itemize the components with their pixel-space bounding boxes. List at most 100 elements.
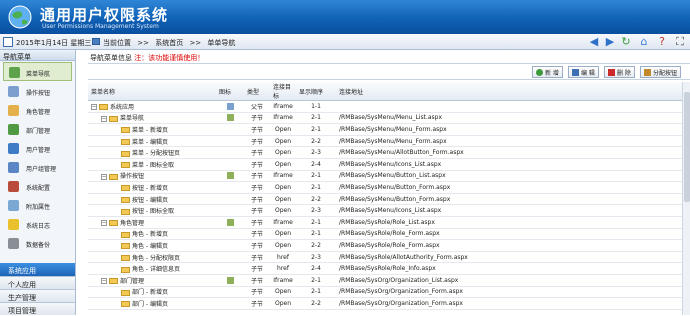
column-header[interactable]: 类型 (244, 82, 270, 101)
breadcrumb: 当前位置 >> 系统首页 >> 单单导航 (103, 38, 239, 48)
help-icon[interactable]: ? (656, 36, 668, 48)
collapse-toggle-icon[interactable]: − (101, 173, 107, 180)
table-row[interactable]: 按钮 - 编辑页 子节 Open 2-2/RMBase/SysMenu/Button_… (88, 193, 682, 206)
row-icon (226, 172, 234, 180)
sidebar-item[interactable]: 用户管理 (0, 139, 75, 158)
url-cell: /RMBase/SysMenu/Button_Form.aspx (336, 193, 682, 206)
section-projects[interactable]: 项目管理 (0, 302, 75, 315)
assign-button-button[interactable]: 分配按钮 (640, 66, 682, 78)
folder-icon (121, 197, 130, 204)
type-cell: 子节 (244, 251, 270, 264)
delete-button[interactable]: 删 除 (604, 66, 635, 78)
table-row[interactable]: 部门 - 新增页 子节 Open 2-1/RMBase/SysOrg/Organiza… (88, 286, 682, 299)
sidebar-item[interactable]: 附加属性 (0, 196, 75, 215)
fullscreen-icon[interactable]: ⛶ (674, 36, 686, 48)
user-icon (8, 143, 19, 154)
sidebar-item[interactable]: 系统日志 (0, 215, 75, 234)
collapse-toggle-icon[interactable]: − (91, 104, 97, 111)
url-cell: /RMBase/SysRole/AllotAuthority_Form.aspx (336, 251, 682, 264)
refresh-icon[interactable]: ↻ (620, 36, 632, 48)
sidebar-item-label: 操作按钮 (26, 90, 51, 97)
edit-button[interactable]: 编 辑 (568, 66, 599, 78)
forward-arrow-icon[interactable]: ▶ (604, 36, 616, 48)
collapse-toggle-icon[interactable]: − (101, 220, 107, 227)
table-row[interactable]: − 操作按钮 子节 Iframe 2-1/RMBase/SysMenu/Button_L… (88, 170, 682, 183)
section-production[interactable]: 生产管理 (0, 289, 75, 302)
section-system-apps[interactable]: 系统应用 (0, 263, 75, 276)
icon-cell (216, 274, 244, 287)
order-cell: 2-1 (296, 181, 336, 194)
table-row[interactable]: 部门 - 编辑页 子节 Open 2-2/RMBase/SysOrg/Organiza… (88, 297, 682, 310)
sidebar-item[interactable]: 角色管理 (0, 101, 75, 120)
order-cell: 2-1 (296, 286, 336, 299)
target-cell: href (270, 262, 296, 275)
home-icon[interactable]: ⌂ (638, 36, 650, 48)
type-cell: 子节 (244, 170, 270, 183)
column-header[interactable]: 显示顺序 (296, 82, 336, 101)
sidebar-item-label: 用户管理 (26, 147, 51, 154)
add-label: 新 增 (545, 69, 559, 77)
attribute-icon (8, 200, 19, 211)
sidebar-item-label: 角色管理 (26, 109, 51, 116)
target-cell: Open (270, 228, 296, 241)
table-row[interactable]: − 系统应用 父节 Iframe 1-1 (88, 100, 682, 113)
table-row[interactable]: − 菜单导航 子节 Iframe 2-1/RMBase/SysMenu/Menu_Lis… (88, 112, 682, 125)
sidebar-item[interactable]: 菜单导航 (3, 62, 72, 81)
sidebar-item-label: 系统配置 (26, 185, 51, 192)
sidebar-item[interactable]: 系统配置 (0, 177, 75, 196)
edit-label: 编 辑 (581, 69, 595, 77)
icon-cell (216, 181, 244, 194)
column-header[interactable]: 菜单名称 (88, 82, 216, 101)
target-cell: Iframe (270, 100, 296, 113)
target-cell: Open (270, 239, 296, 252)
delete-icon (608, 68, 615, 76)
app-header: 通用用户权限系统 User Permissions Management Sys… (0, 0, 690, 34)
collapse-toggle-icon[interactable]: − (101, 115, 107, 122)
grid-scrollbar[interactable] (682, 82, 690, 315)
table-row[interactable]: 角色 - 编辑页 子节 Open 2-2/RMBase/SysRole/Role_Fo… (88, 239, 682, 252)
folder-icon (99, 104, 108, 111)
table-row[interactable]: − 角色管理 子节 Iframe 2-1/RMBase/SysRole/Role_Lis… (88, 216, 682, 229)
section-personal-apps[interactable]: 个人应用 (0, 276, 75, 289)
column-header[interactable]: 连接地址 (336, 82, 682, 101)
table-row[interactable]: 菜单 - 编辑页 子节 Open 2-2/RMBase/SysMenu/Menu_Fo… (88, 135, 682, 148)
table-row[interactable]: 菜单 - 分配按钮页 子节 Open 2-3/RMBase/SysMenu/Allot… (88, 146, 682, 159)
menu-name-cell: 角色 - 详细信息页 (88, 262, 216, 275)
sidebar-item[interactable]: 部门管理 (0, 120, 75, 139)
sidebar-item[interactable]: 操作按钮 (0, 82, 75, 101)
menu-name: 角色 - 编辑页 (132, 242, 168, 250)
url-cell: /RMBase/SysMenu/Button_List.aspx (336, 170, 682, 183)
sidebar-item[interactable]: 用户组管理 (0, 158, 75, 177)
table-row[interactable]: − 部门管理 子节 Iframe 2-1/RMBase/SysOrg/Organizat… (88, 274, 682, 287)
table-row[interactable]: 按钮 - 新增页 子节 Open 2-1/RMBase/SysMenu/Button_… (88, 181, 682, 194)
breadcrumb-sep: >> (137, 39, 149, 47)
type-cell: 子节 (244, 228, 270, 241)
menu-name: 角色 - 详细信息页 (132, 266, 180, 274)
back-arrow-icon[interactable]: ◀ (588, 36, 600, 48)
table-row[interactable]: 菜单 - 图标全取 子节 Open 2-4/RMBase/SysMenu/Icons_… (88, 158, 682, 171)
table-row[interactable]: 角色 - 新增页 子节 Open 2-1/RMBase/SysRole/Role_Fo… (88, 228, 682, 241)
menu-name-cell: − 部门管理 (88, 274, 216, 287)
menu-name-cell: 按钮 - 图标全取 (88, 204, 216, 217)
url-cell (336, 100, 682, 113)
folder-icon (121, 266, 130, 273)
table-row[interactable]: 角色 - 详细信息页 子节 href 2-4/RMBase/SysRole/Role_… (88, 262, 682, 275)
sidebar-item[interactable]: 数据备份 (0, 234, 75, 253)
collapse-toggle-icon[interactable]: − (101, 278, 107, 285)
order-cell: 2-2 (296, 239, 336, 252)
assign-icon (644, 68, 651, 76)
table-row[interactable]: 菜单 - 新增页 子节 Open 2-1/RMBase/SysMenu/Menu_Fo… (88, 123, 682, 136)
table-row[interactable]: 角色 - 分配权限页 子节 href 2-3/RMBase/SysRole/Allot… (88, 251, 682, 264)
menu-name: 菜单 - 新增页 (132, 126, 168, 134)
type-cell: 子节 (244, 216, 270, 229)
breadcrumb-home[interactable]: 系统首页 (155, 39, 183, 47)
menu-name-cell: 部门 - 新增页 (88, 286, 216, 299)
column-header[interactable]: 图标 (216, 82, 244, 101)
target-cell: Iframe (270, 274, 296, 287)
table-row[interactable]: 按钮 - 图标全取 子节 Open 2-3/RMBase/SysMenu/Icons_… (88, 204, 682, 217)
column-header[interactable]: 连接目标 (270, 82, 296, 101)
org-icon (8, 124, 19, 135)
add-button[interactable]: 新 增 (532, 66, 563, 78)
url-cell: /RMBase/SysMenu/Button_Form.aspx (336, 181, 682, 194)
scroll-thumb[interactable] (684, 92, 690, 202)
